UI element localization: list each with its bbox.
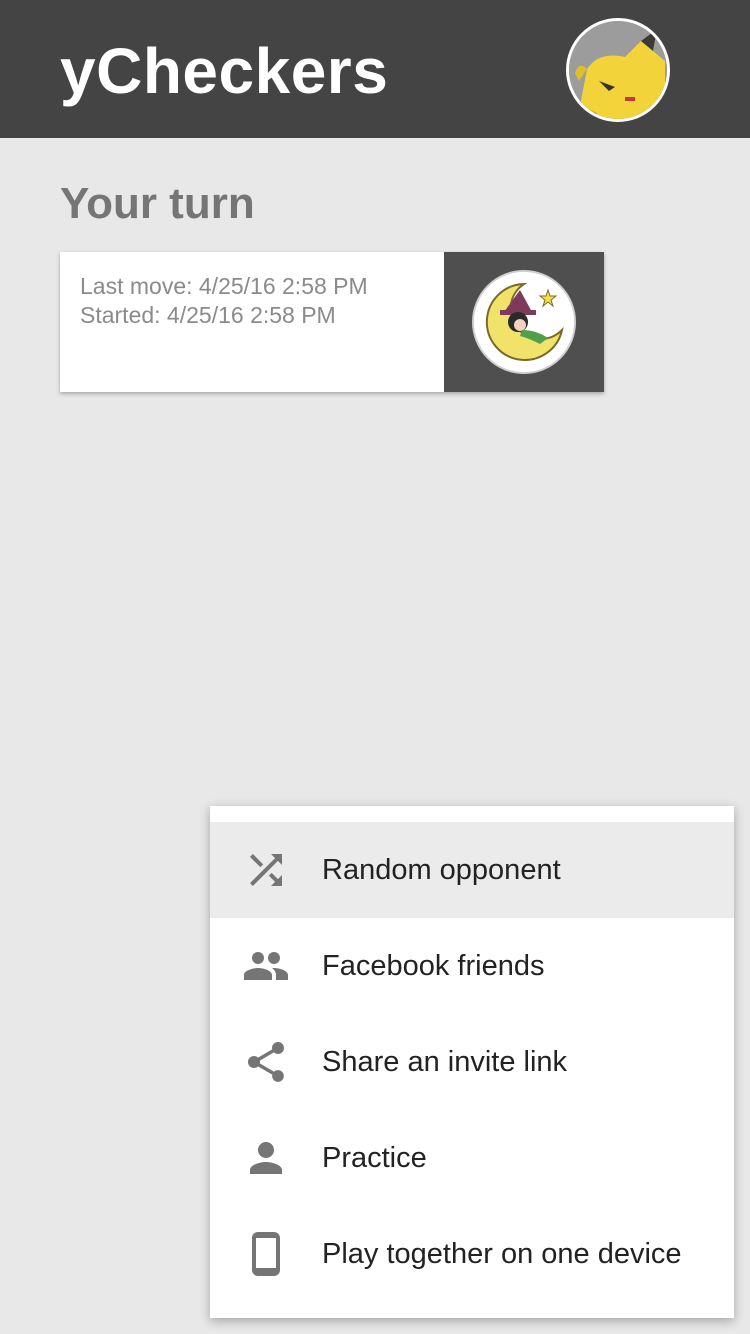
opponent-avatar [472,270,576,374]
last-move-text: Last move: 4/25/16 2:58 PM [80,273,368,299]
shuffle-icon [250,854,282,886]
menu-item-play-one-device[interactable]: Play together on one device [210,1206,734,1302]
profile-avatar[interactable] [566,18,670,122]
menu-item-label: Share an invite link [322,1046,568,1078]
menu-item-label: Practice [322,1142,427,1174]
opponent-panel [444,252,604,392]
menu-item-practice[interactable]: Practice [210,1110,734,1206]
started-text: Started: 4/25/16 2:58 PM [80,302,336,328]
menu-item-label: Random opponent [322,854,561,886]
menu-item-share-invite-link[interactable]: Share an invite link [210,1014,734,1110]
share-icon [248,1042,284,1082]
menu-item-label: Play together on one device [322,1238,682,1270]
people-icon [244,952,288,980]
pikachu-avatar-image [569,21,667,119]
menu-item-label: Facebook friends [322,950,545,982]
person-icon [250,1142,282,1174]
menu-item-facebook-friends[interactable]: Facebook friends [210,918,734,1014]
new-game-menu: Random opponent Facebook friends Share a… [210,806,734,1318]
app-title: yCheckers [60,35,389,107]
section-title: Your turn [60,179,255,228]
phone-icon [252,1232,280,1276]
app-bar: yCheckers [0,0,750,138]
game-card[interactable]: Last move: 4/25/16 2:58 PM Started: 4/25… [60,252,604,392]
witch-on-moon-avatar-image [474,272,574,372]
menu-item-random-opponent[interactable]: Random opponent [210,822,734,918]
game-card-info: Last move: 4/25/16 2:58 PM Started: 4/25… [80,272,440,330]
